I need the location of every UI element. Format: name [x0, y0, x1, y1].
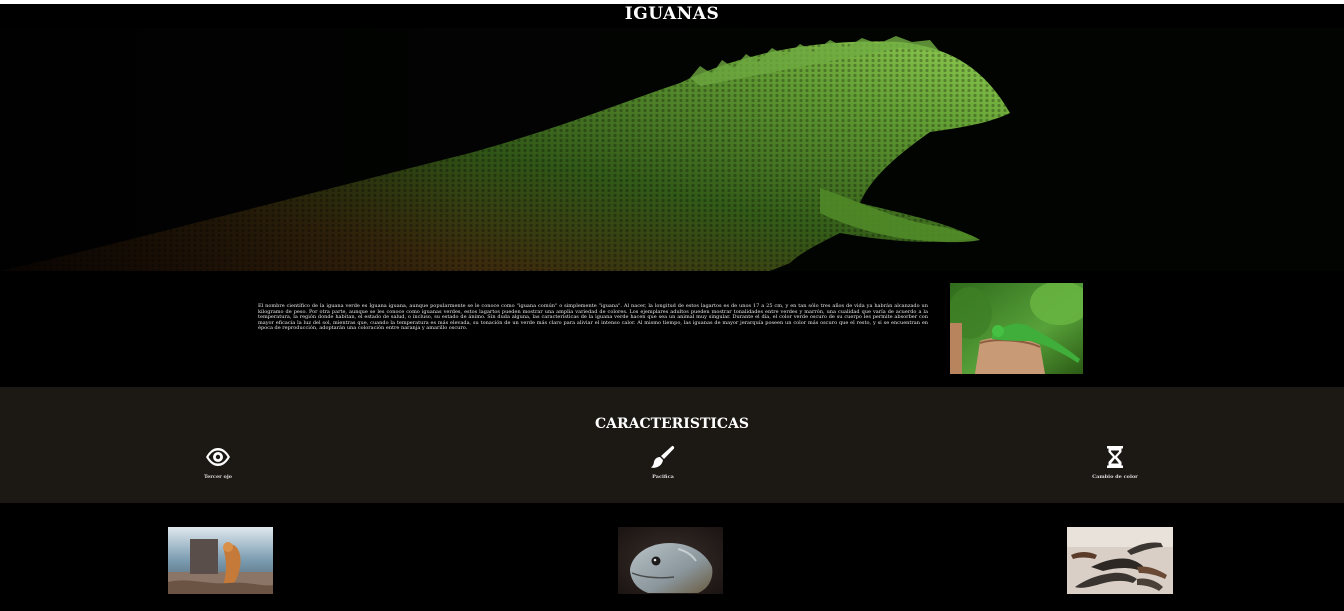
photo-gallery — [0, 503, 1344, 611]
hourglass-icon — [1107, 446, 1123, 468]
feature-label: Pacifica — [652, 474, 674, 480]
feature-peaceful: Pacifica — [603, 445, 723, 480]
feature-color-change: Cambio de color — [1055, 445, 1175, 480]
paintbrush-icon — [651, 445, 675, 468]
gallery-photo-beach-iguana — [168, 527, 273, 594]
feature-third-eye: Tercer ojo — [158, 445, 278, 480]
hero-iguana-image — [0, 28, 1344, 271]
gallery-photo-marine-iguanas — [1067, 527, 1173, 594]
iguana-stump-image — [950, 283, 1083, 374]
hero-banner — [0, 28, 1344, 271]
feature-label: Tercer ojo — [203, 474, 233, 480]
intro-paragraph: El nombre científico de la iguana verde … — [258, 303, 928, 332]
features-section: CARACTERISTICAS Tercer ojo Pacifica Camb… — [0, 387, 1344, 503]
features-heading: CARACTERISTICAS — [594, 416, 750, 432]
page-header: IGUANAS — [0, 4, 1344, 28]
feature-label: Cambio de color — [1092, 474, 1138, 480]
eye-icon — [206, 448, 230, 466]
gallery-photo-iguana-head — [618, 527, 723, 594]
page-title: IGUANAS — [624, 4, 720, 24]
intro-section: El nombre científico de la iguana verde … — [0, 271, 1344, 387]
